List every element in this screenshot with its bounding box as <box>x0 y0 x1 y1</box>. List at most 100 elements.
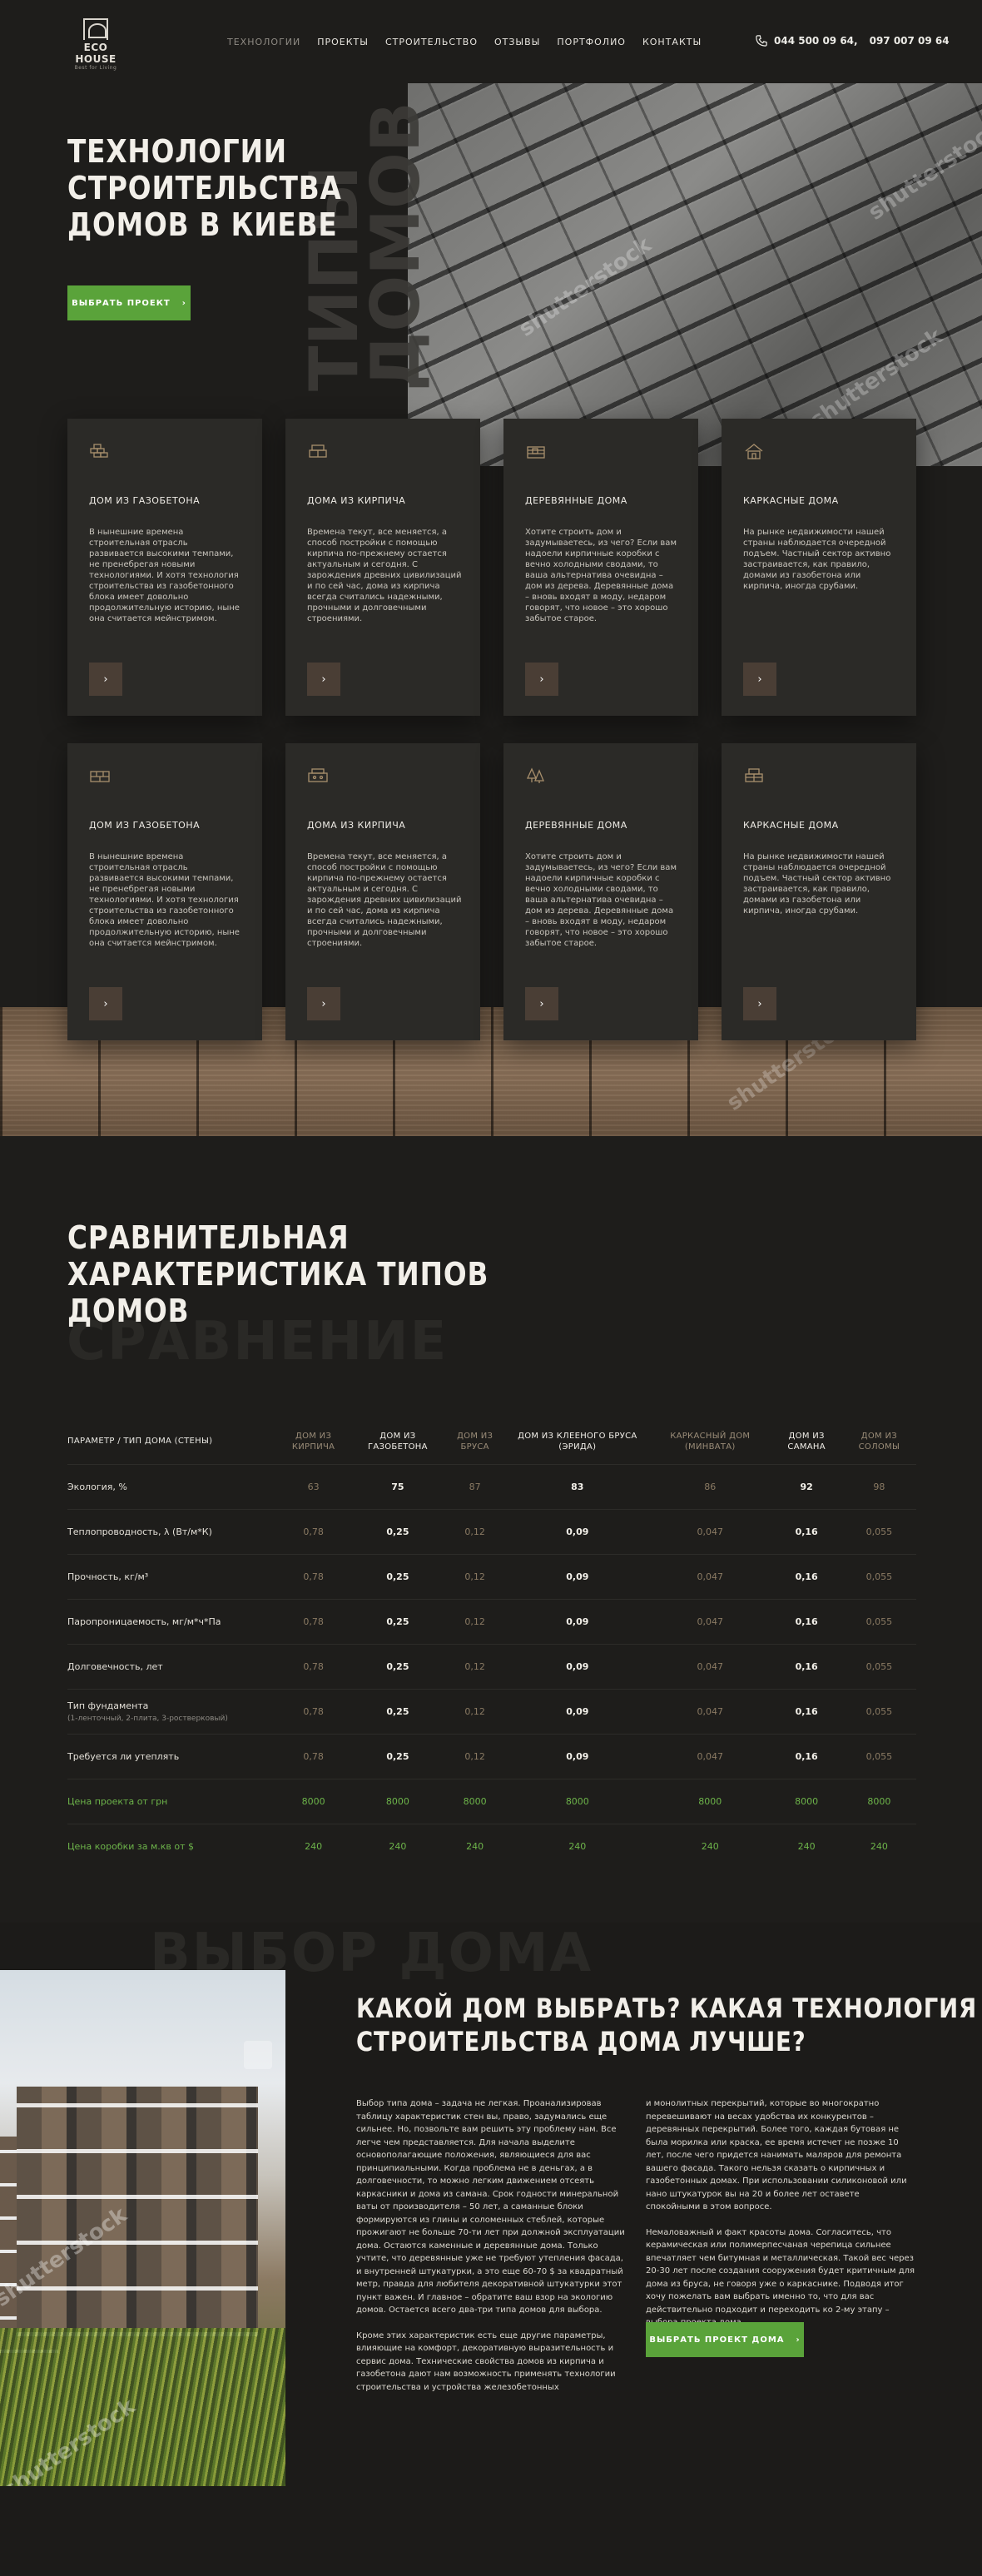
table-cell: 0,78 <box>275 1553 352 1599</box>
choose-title-line: КАКОЙ ДОМ ВЫБРАТЬ? КАКАЯ ТЕХНОЛОГИЯ <box>356 1993 978 2024</box>
top-navigation: ECO HOUSE Best for Living ТЕХНОЛОГИИ ПРО… <box>0 0 982 83</box>
main-menu: ТЕХНОЛОГИИ ПРОЕКТЫ СТРОИТЕЛЬСТВО ОТЗЫВЫ … <box>227 37 718 47</box>
phone-block: 044 500 09 64, 097 007 09 64 <box>756 35 950 47</box>
card-text: На рынке недвижимости нашей страны наблю… <box>743 852 891 916</box>
chevron-right-icon: › <box>321 997 326 1010</box>
card-text: В нынешние времена строительная отрасль … <box>89 528 240 623</box>
row-param: Прочность, кг/м³ <box>67 1553 275 1599</box>
table-cell: 0,16 <box>771 1733 842 1779</box>
table-cell: 0,055 <box>841 1553 916 1599</box>
table-cell: 0,16 <box>771 1508 842 1554</box>
table-cell: 0,09 <box>505 1553 649 1599</box>
paragraph: Кроме этих характеристик есть еще другие… <box>356 2330 616 2392</box>
logo-name: ECO HOUSE <box>75 42 117 65</box>
table-cell: 0,055 <box>841 1508 916 1554</box>
row-param: Паропроницаемость, мг/м*ч*Па <box>67 1598 275 1644</box>
row-param: Теплопроводность, λ (Вт/м*К) <box>67 1508 275 1554</box>
row-param: Тип фундамента (1-ленточный, 2-плита, 3-р… <box>67 1688 275 1734</box>
nav-construction[interactable]: СТРОИТЕЛЬСТВО <box>385 37 478 47</box>
table-cell: 0,16 <box>771 1643 842 1689</box>
table-header-row: ПАРАМЕТР / ТИП ДОМА (СТЕНЫ) ДОМ ИЗ КИРПИ… <box>67 1419 916 1464</box>
choose-project-button[interactable]: ВЫБРАТЬ ПРОЕКТ › <box>67 285 191 320</box>
nav-technologies[interactable]: ТЕХНОЛОГИИ <box>227 37 300 47</box>
card-more-button[interactable]: › <box>743 663 776 696</box>
phone-number-2[interactable]: 097 007 09 64 <box>870 35 950 47</box>
column-header: ДОМ ИЗ БРУСА <box>457 1431 493 1452</box>
watermark: shutterstock <box>514 232 657 342</box>
choose-house-project-button[interactable]: ВЫБРАТЬ ПРОЕКТ ДОМА › <box>646 2322 804 2357</box>
table-cell: 0,25 <box>351 1688 444 1734</box>
table-row: Долговечность, лет 0,78 0,25 0,12 0,09 0,047 0… <box>67 1643 916 1689</box>
card-text: Времена текут, все меняется, а способ по… <box>307 852 462 948</box>
table-cell: 0,25 <box>351 1643 444 1689</box>
table-row: Требуется ли утеплять 0,78 0,25 0,12 0,09 0,0… <box>67 1733 916 1779</box>
row-param: Долговечность, лет <box>67 1643 275 1689</box>
phone-icon <box>756 35 767 47</box>
table-cell: 0,16 <box>771 1553 842 1599</box>
hero-title-line: ДОМОВ В КИЕВЕ <box>67 206 338 243</box>
hero-section: shutterstock shutterstock shutterstock s… <box>0 0 982 1136</box>
column-header: ДОМ ИЗ КЛЕЕНОГО БРУСА (ЭРИДА) <box>518 1431 637 1452</box>
chevron-right-icon: › <box>757 673 762 686</box>
nav-contacts[interactable]: КОНТАКТЫ <box>642 37 702 47</box>
frame-house-icon <box>745 444 763 459</box>
chevron-right-icon: › <box>539 997 544 1010</box>
card-more-button[interactable]: › <box>89 663 122 696</box>
table-cell: 0,047 <box>648 1733 771 1779</box>
card-more-button[interactable]: › <box>525 987 558 1020</box>
text-column-right: и монолитных перекрытий, которые во мног… <box>646 2097 916 2342</box>
column-header: ДОМ ИЗ КИРПИЧА <box>291 1431 335 1452</box>
card-more-button[interactable]: › <box>525 663 558 696</box>
table-row: Экология, % 63 75 87 83 86 92 98 <box>67 1463 916 1509</box>
price-row: Цена коробки за м.кв от $240 240 240 240 240… <box>67 1823 916 1869</box>
chevron-right-icon: › <box>181 298 186 308</box>
table-cell: 0,78 <box>275 1688 352 1734</box>
row-param-label: Требуется ли утеплять <box>67 1750 180 1762</box>
table-cell: 0,09 <box>505 1688 649 1734</box>
chevron-right-icon: › <box>103 673 108 686</box>
row-param-note: (1-ленточный, 2-плита, 3-ростверковый) <box>67 1714 228 1723</box>
hero-title-line: СТРОИТЕЛЬСТВА <box>67 170 342 206</box>
table-cell: 0,09 <box>505 1733 649 1779</box>
row-param-label: Паропроницаемость, мг/м*ч*Па <box>67 1616 221 1627</box>
chevron-right-icon: › <box>321 673 326 686</box>
table-cell: 83 <box>505 1463 649 1509</box>
card-more-button[interactable]: › <box>89 987 122 1020</box>
text-column-left: Выбор типа дома – задача не легкая. Проа… <box>356 2097 631 2406</box>
card-more-button[interactable]: › <box>743 987 776 1020</box>
wood-house-icon <box>527 446 545 459</box>
card-more-button[interactable]: › <box>307 987 340 1020</box>
table-cell: 92 <box>771 1463 842 1509</box>
table-row: Теплопроводность, λ (Вт/м*К) 0,78 0,25 0,12… <box>67 1508 916 1554</box>
card-title: ДОМА ИЗ КИРПИЧА <box>307 495 406 506</box>
card-more-button[interactable]: › <box>307 663 340 696</box>
table-cell: 240 <box>444 1823 506 1869</box>
table-cell: 240 <box>505 1823 649 1869</box>
comparison-title-line: ХАРАКТЕРИСТИКА ТИПОВ <box>67 1256 489 1293</box>
table-cell: 240 <box>771 1823 842 1869</box>
nav-portfolio[interactable]: ПОРТФОЛИО <box>557 37 626 47</box>
house-type-card: КАРКАСНЫЕ ДОМА На рынке недвижимости наш… <box>722 419 916 716</box>
nav-reviews[interactable]: ОТЗЫВЫ <box>494 37 540 47</box>
hero-title-line: ТЕХНОЛОГИИ <box>67 133 287 170</box>
nav-projects[interactable]: ПРОЕКТЫ <box>317 37 369 47</box>
card-title: ДОМ ИЗ ГАЗОБЕТОНА <box>89 495 201 506</box>
table-cell: 0,12 <box>444 1688 506 1734</box>
table-cell: 0,78 <box>275 1733 352 1779</box>
logo[interactable]: ECO HOUSE Best for Living <box>67 18 125 71</box>
row-param-label: Долговечность, лет <box>67 1660 163 1672</box>
row-param: Цена коробки за м.кв от $ <box>67 1823 275 1869</box>
comparison-title: СРАВНИТЕЛЬНАЯ ХАРАКТЕРИСТИКА ТИПОВ ДОМОВ <box>67 1219 558 1329</box>
chevron-right-icon: › <box>539 673 544 686</box>
row-param-label: Теплопроводность, λ (Вт/м*К) <box>67 1526 212 1537</box>
table-cell: 0,055 <box>841 1598 916 1644</box>
phone-number-1[interactable]: 044 500 09 64, <box>774 35 858 47</box>
table-cell: 240 <box>275 1823 352 1869</box>
table-cell: 240 <box>351 1823 444 1869</box>
table-cell: 0,25 <box>351 1733 444 1779</box>
card-title: КАРКАСНЫЕ ДОМА <box>743 820 839 831</box>
zoom-icon[interactable] <box>244 2041 272 2069</box>
building-main <box>17 2087 258 2336</box>
table-cell: 0,047 <box>648 1643 771 1689</box>
table-cell: 8000 <box>505 1778 649 1824</box>
